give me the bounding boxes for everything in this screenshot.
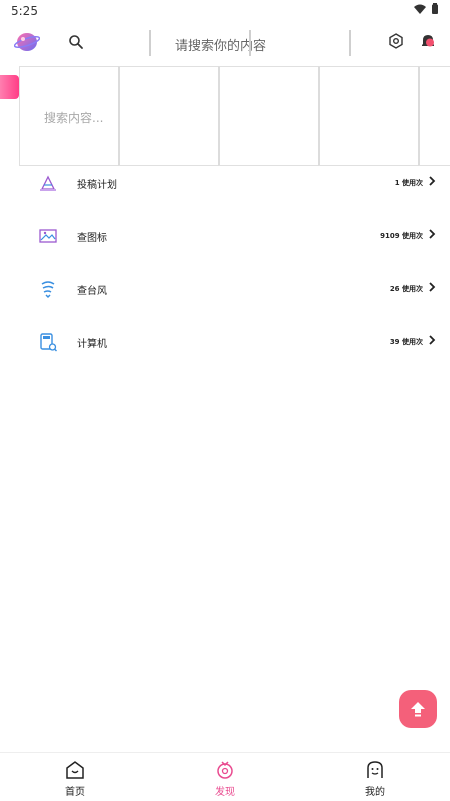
tool-name: 计算机 (77, 339, 107, 350)
list-item[interactable]: 查台风 26 使用次 (0, 272, 450, 325)
tool-name: 投稿计划 (77, 180, 117, 191)
list-item[interactable]: 查图标 9109 使用次 (0, 219, 450, 272)
grid-cell[interactable] (218, 66, 318, 166)
battery-icon (432, 3, 438, 14)
grid-cell[interactable] (318, 66, 418, 166)
wifi-icon (414, 4, 426, 14)
list-item[interactable]: 投稿计划 1 使用次 (0, 166, 450, 219)
tool-usage: 39 使用次 (389, 338, 423, 346)
tool-name: 查图标 (77, 233, 107, 244)
bottom-nav: 首页 发现 我的 (0, 752, 450, 801)
divider (349, 30, 351, 56)
grid-row: 搜索内容... (19, 66, 450, 166)
grid-search-hint[interactable]: 搜索内容... (44, 109, 103, 126)
top-bar: 请搜索你的内容 (0, 22, 450, 64)
tool-name: 查台风 (77, 286, 107, 297)
calculator-icon (40, 333, 57, 352)
nav-label: 我的 (365, 787, 385, 798)
list-item[interactable]: 计算机 39 使用次 (0, 325, 450, 378)
status-time: 5:25 (11, 4, 38, 18)
grid-cell[interactable] (118, 66, 218, 166)
nav-label: 首页 (65, 787, 85, 798)
nav-item-home[interactable]: 首页 (45, 759, 105, 798)
divider (249, 30, 251, 56)
notification-bell-icon[interactable] (420, 33, 436, 49)
tool-list: 投稿计划 1 使用次 查图标 9109 使用次 查台风 26 使用次 计算机 3… (0, 166, 450, 378)
status-bar: 5:25 (0, 0, 450, 22)
tool-usage: 9109 使用次 (380, 232, 423, 240)
nav-label: 发现 (215, 787, 235, 798)
app-logo-icon[interactable] (14, 30, 40, 54)
chevron-right-icon (429, 282, 436, 292)
settings-icon[interactable] (388, 33, 404, 49)
home-icon (66, 761, 84, 779)
profile-icon (367, 761, 383, 778)
chevron-right-icon (429, 335, 436, 345)
back-to-top-button[interactable] (399, 690, 437, 728)
search-input[interactable]: 请搜索你的内容 (175, 35, 266, 54)
typhoon-icon (41, 281, 55, 299)
nav-item-discover[interactable]: 发现 (195, 759, 255, 798)
grid-cell[interactable]: 搜索内容... (19, 66, 118, 166)
discover-icon (217, 761, 233, 779)
divider (149, 30, 151, 56)
side-tab[interactable] (0, 75, 19, 99)
tool-usage: 26 使用次 (389, 285, 423, 293)
nav-item-mine[interactable]: 我的 (345, 759, 405, 798)
contribution-plan-icon (40, 175, 56, 191)
chevron-right-icon (429, 176, 436, 186)
status-icons (414, 3, 438, 14)
image-icon (39, 229, 57, 243)
grid-cell[interactable] (418, 66, 450, 166)
tool-usage: 1 使用次 (394, 179, 423, 187)
chevron-right-icon (429, 229, 436, 239)
arrow-up-icon (411, 702, 425, 717)
search-icon[interactable] (68, 34, 84, 50)
